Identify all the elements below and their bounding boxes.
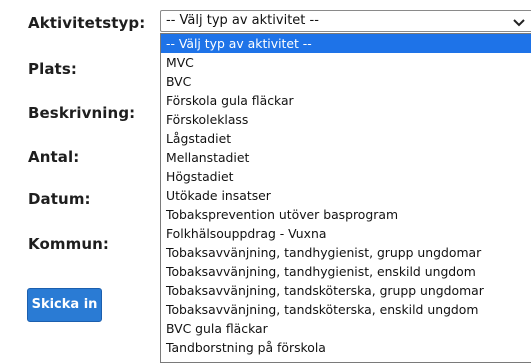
activity-type-label: Aktivitetstyp: xyxy=(28,14,146,32)
dropdown-option[interactable]: MVC xyxy=(161,53,531,72)
dropdown-option[interactable]: Tobaksprevention utöver basprogram xyxy=(161,205,531,224)
activity-type-dropdown-list[interactable]: -- Välj typ av aktivitet -- MVC BVC Förskol… xyxy=(160,33,531,363)
activity-type-select-value: -- Välj typ av aktivitet -- xyxy=(166,13,319,28)
dropdown-option[interactable]: Tandborstning på förskola xyxy=(161,338,531,357)
place-label: Plats: xyxy=(28,60,77,78)
dropdown-option[interactable]: Förskola gula fläckar xyxy=(161,91,531,110)
dropdown-option[interactable]: Folkhälsouppdrag - Vuxna xyxy=(161,224,531,243)
description-label: Beskrivning: xyxy=(28,104,136,122)
dropdown-option[interactable]: Högstadiet xyxy=(161,167,531,186)
activity-type-select[interactable]: -- Välj typ av aktivitet -- xyxy=(160,10,531,32)
date-label: Datum: xyxy=(28,190,91,208)
dropdown-option[interactable]: Utökade insatser xyxy=(161,186,531,205)
dropdown-option[interactable]: Tobaksavvänjning, tandsköterska, grupp u… xyxy=(161,281,531,300)
dropdown-option[interactable]: Tobaksavvänjning, tandhygienist, grupp u… xyxy=(161,243,531,262)
municipality-label: Kommun: xyxy=(28,235,109,253)
dropdown-option[interactable]: Lågstadiet xyxy=(161,129,531,148)
submit-button[interactable]: Skicka in xyxy=(27,288,102,322)
chevron-down-icon[interactable] xyxy=(512,14,526,28)
dropdown-option[interactable]: -- Välj typ av aktivitet -- xyxy=(161,34,531,53)
dropdown-option[interactable]: Förskoleklass xyxy=(161,110,531,129)
dropdown-option[interactable]: Tobaksavvänjning, tandhygienist, enskild… xyxy=(161,262,531,281)
count-label: Antal: xyxy=(28,148,80,166)
dropdown-option[interactable]: BVC xyxy=(161,72,531,91)
dropdown-option[interactable]: Mellanstadiet xyxy=(161,148,531,167)
dropdown-option[interactable]: BVC gula fläckar xyxy=(161,319,531,338)
dropdown-option[interactable]: Tobaksavvänjning, tandsköterska, enskild… xyxy=(161,300,531,319)
